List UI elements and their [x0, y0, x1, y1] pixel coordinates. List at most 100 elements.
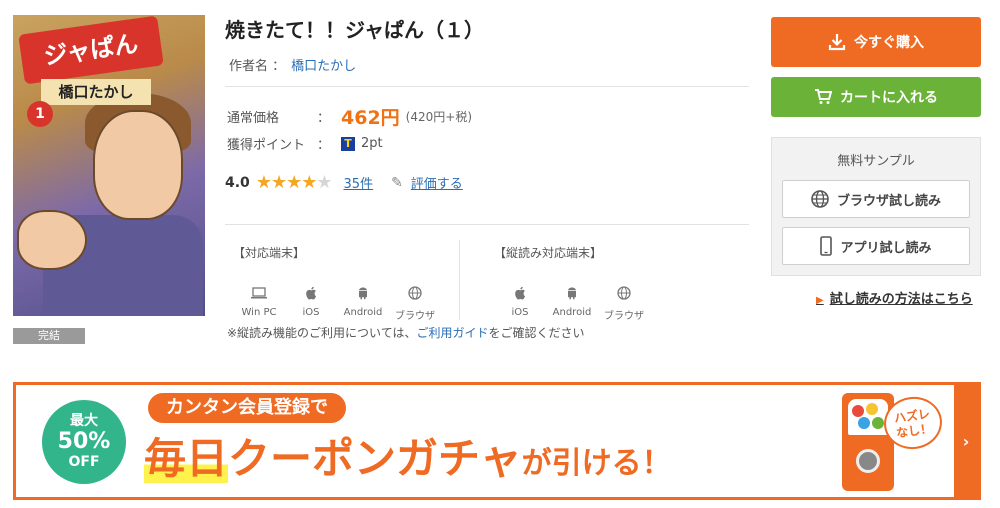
app-sample-label: アプリ試し読み: [840, 240, 932, 256]
gacha-knob: [856, 449, 880, 473]
status-badge-complete: 完結: [13, 328, 85, 344]
device-label: iOS: [302, 307, 320, 318]
device-label: Android: [552, 307, 592, 318]
banner-headline-small: が引ける！: [521, 446, 672, 481]
cart-icon: [815, 89, 832, 104]
author-row: 作者名 ： 橋口たかし: [229, 55, 356, 74]
device-ios: iOS: [285, 283, 337, 322]
point-label: 獲得ポイント: [227, 138, 306, 153]
app-sample-button[interactable]: アプリ試し読み: [782, 227, 970, 265]
device-divider: [459, 240, 460, 320]
buy-now-button[interactable]: 今すぐ購入: [771, 17, 981, 67]
device-android: Android: [546, 283, 598, 322]
author-label: 作者名 ：: [229, 59, 286, 74]
device-ios: iOS: [494, 283, 546, 322]
cover-volume-number: 1: [27, 101, 53, 127]
point-colon: ：: [317, 138, 331, 153]
sample-how-to-link[interactable]: ▶ 試し読みの方法はこちら: [816, 288, 973, 307]
triangle-right-icon: ▶: [816, 295, 824, 306]
price-label: 通常価格: [227, 111, 280, 126]
apple-icon: [494, 283, 546, 303]
cover-author: 橋口たかし: [41, 79, 151, 105]
usage-guide-link[interactable]: ご利用ガイド: [416, 326, 488, 340]
download-icon: [828, 34, 846, 51]
free-sample-title: 無料サンプル: [837, 154, 915, 169]
supported-devices: 【対応端末】 Win PC iOS Android ブラウザ: [233, 244, 441, 322]
vertical-device-list: iOS Android ブラウザ: [494, 283, 650, 322]
android-icon: [546, 283, 598, 303]
cover-art-hand: [17, 210, 87, 270]
star-icon: ★: [301, 172, 317, 193]
book-cover-image[interactable]: ジャぱん 橋口たかし 1: [13, 15, 205, 316]
rating-value: 4.0: [225, 174, 250, 191]
browser-icon: [389, 283, 441, 303]
point-row: 獲得ポイント ： T 2pt: [227, 134, 383, 153]
rating-stars: ★★★★★: [255, 172, 333, 193]
browser-sample-label: ブラウザ試し読み: [836, 193, 941, 209]
browser-sample-button[interactable]: ブラウザ試し読み: [782, 180, 970, 218]
gacha-ball: [872, 417, 884, 429]
point-value: 2pt: [361, 136, 383, 151]
gacha-ball: [852, 405, 864, 417]
vertical-reading-devices: 【縦読み対応端末】 iOS Android ブラウザ: [494, 244, 650, 322]
author-link[interactable]: 橋口たかし: [291, 59, 356, 74]
supported-device-list: Win PC iOS Android ブラウザ: [233, 283, 441, 322]
price-colon: ：: [317, 111, 331, 126]
discount-circle: 最大 50% OFF: [42, 400, 126, 484]
browser-icon: [598, 283, 650, 303]
device-win-pc: Win PC: [233, 283, 285, 322]
add-to-cart-label: カートに入れる: [840, 90, 938, 106]
add-to-cart-button[interactable]: カートに入れる: [771, 77, 981, 117]
device-label: ブラウザ: [604, 311, 644, 322]
sample-how-to-label: 試し読みの方法はこちら: [829, 292, 973, 307]
vertical-reading-note: ※縦読み機能のご利用については、ご利用ガイドをご確認ください: [227, 324, 585, 341]
cover-art-face: [93, 110, 183, 220]
banner-headline-highlight: 毎日: [144, 434, 229, 483]
price-tax: (420円+税): [405, 110, 472, 124]
cover-title-logo: ジャぱん: [18, 15, 164, 85]
free-sample-panel: 無料サンプル ブラウザ試し読み アプリ試し読み: [771, 137, 981, 276]
apple-icon: [285, 283, 337, 303]
rating-row: 4.0 ★★★★★ 35件 ✎ 評価する: [225, 172, 463, 193]
device-label: iOS: [511, 307, 529, 318]
banner-headline: 毎日クーポンガチャが引ける！: [144, 425, 672, 486]
star-icon: ★: [255, 172, 272, 193]
pc-icon: [233, 283, 285, 303]
note-prefix: ※縦読み機能のご利用については、: [227, 326, 417, 340]
chevron-right-icon[interactable]: ›: [954, 385, 978, 497]
discount-percent: 50%: [57, 429, 111, 454]
device-browser: ブラウザ: [598, 283, 650, 322]
buy-now-label: 今すぐ購入: [854, 35, 924, 51]
pencil-icon: ✎: [391, 174, 403, 191]
globe-icon: [811, 190, 829, 208]
price-value: 462円: [341, 107, 400, 129]
vertical-devices-title: 【縦読み対応端末】: [494, 246, 603, 260]
star-icon: ★: [270, 172, 287, 193]
gacha-machine-icon: [842, 393, 894, 491]
note-suffix: をご確認ください: [488, 326, 585, 340]
star-icon: ★: [286, 172, 302, 193]
device-android: Android: [337, 283, 389, 322]
rate-link[interactable]: 評価する: [411, 173, 463, 192]
supported-devices-title: 【対応端末】: [233, 246, 306, 260]
device-browser: ブラウザ: [389, 283, 441, 322]
coupon-gacha-banner[interactable]: 最大 50% OFF カンタン会員登録で 毎日クーポンガチャが引ける！ ハズレ …: [13, 382, 981, 500]
android-icon: [337, 283, 389, 303]
device-label: ブラウザ: [395, 311, 435, 322]
divider: [225, 86, 749, 87]
discount-max: 最大: [70, 413, 98, 429]
smartphone-icon: [820, 236, 833, 256]
gacha-ball: [866, 403, 878, 415]
banner-headline-text: クーポンガチャ: [228, 434, 522, 483]
gacha-ball: [858, 417, 870, 429]
divider: [225, 224, 749, 225]
discount-off: OFF: [68, 454, 100, 470]
page-title: 焼きたて！！ジャぱん（１）: [225, 18, 484, 42]
banner-pill: カンタン会員登録で: [148, 393, 346, 423]
price-row: 通常価格 ： 462円 (420円+税): [227, 103, 472, 130]
star-empty-icon: ★: [316, 172, 332, 193]
device-label: Win PC: [241, 307, 277, 318]
review-count-link[interactable]: 35件: [344, 173, 374, 192]
t-point-icon: T: [341, 136, 355, 151]
device-label: Android: [343, 307, 383, 318]
